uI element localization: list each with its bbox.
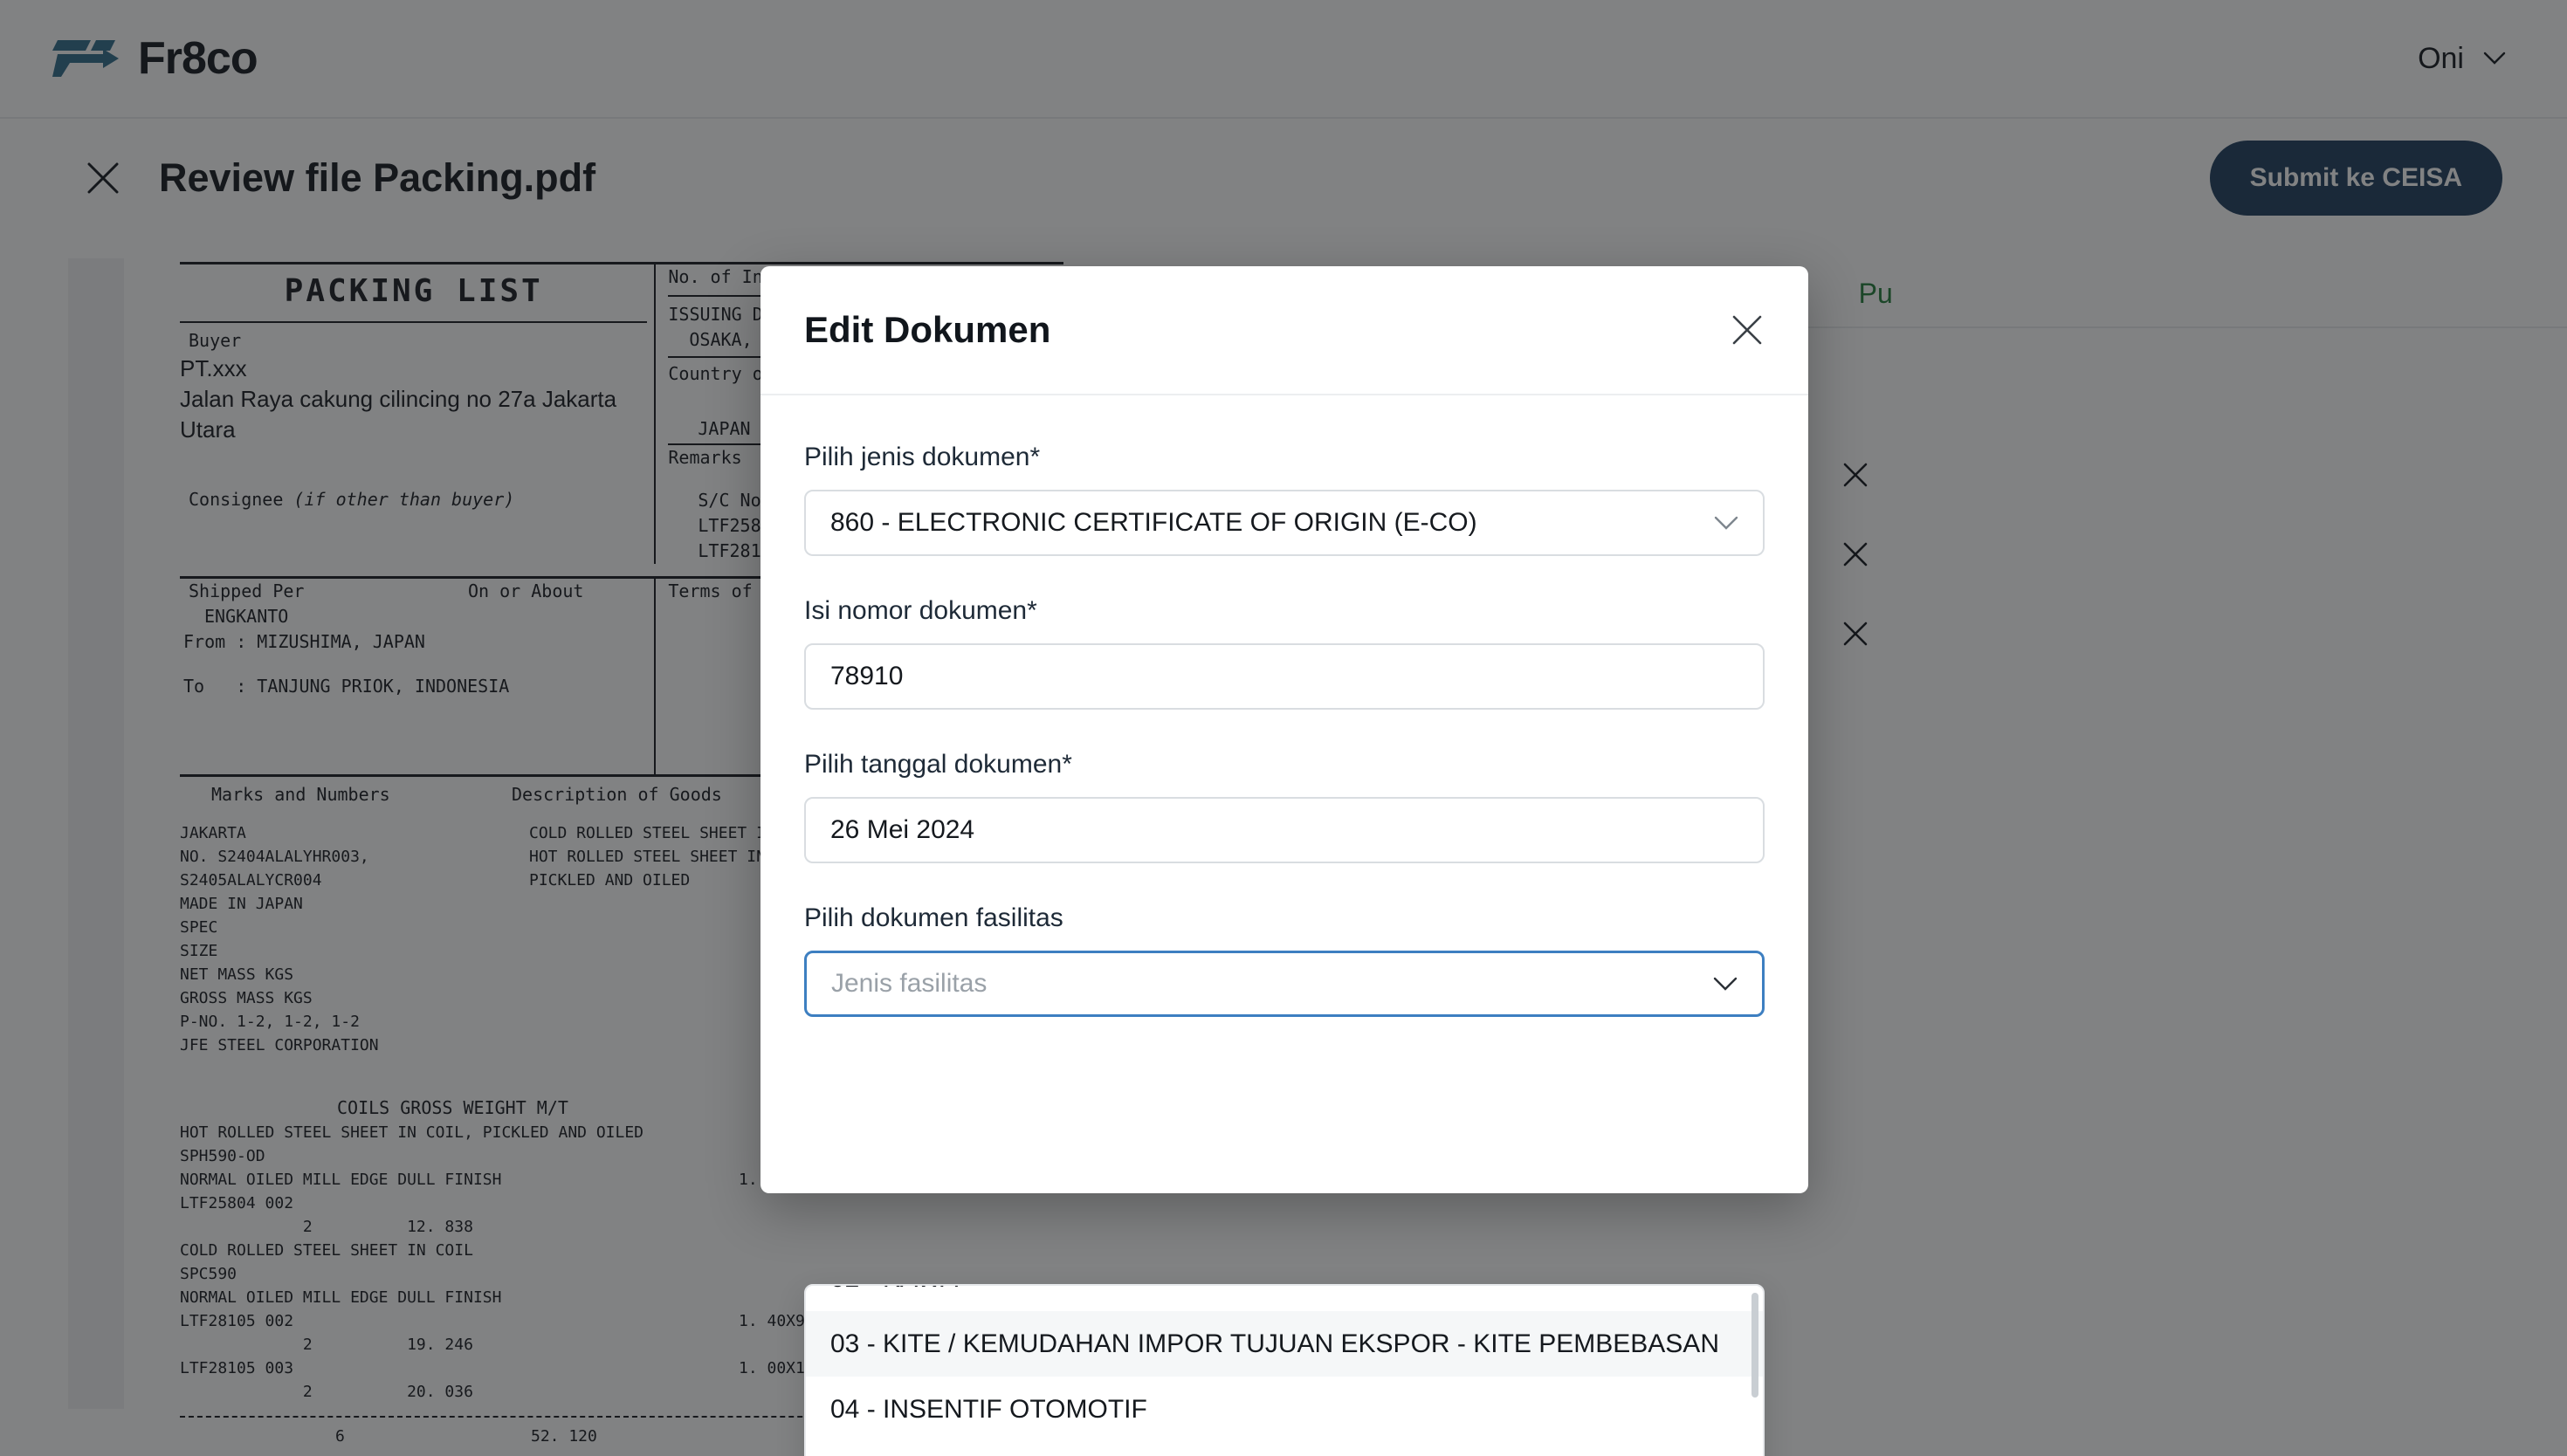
modal-title: Edit Dokumen bbox=[804, 309, 1051, 350]
jenis-dokumen-label: Pilih jenis dokumen* bbox=[804, 443, 1041, 471]
jenis-dokumen-value: 860 - ELECTRONIC CERTIFICATE OF ORIGIN (… bbox=[830, 508, 1477, 537]
nomor-dokumen-value: 78910 bbox=[830, 662, 904, 690]
modal-header: Edit Dokumen bbox=[760, 266, 1808, 395]
chevron-down-icon bbox=[1713, 977, 1738, 991]
tanggal-dokumen-label: Pilih tanggal dokumen* bbox=[804, 750, 1072, 779]
dropdown-scrollbar[interactable] bbox=[1751, 1293, 1758, 1398]
dropdown-scroll-area[interactable]: 02 - KAWA 03 - KITE / KEMUDAHAN IMPOR TU… bbox=[806, 1286, 1763, 1456]
dokumen-fasilitas-placeholder: Jenis fasilitas bbox=[831, 969, 988, 998]
dropdown-option-03[interactable]: 03 - KITE / KEMUDAHAN IMPOR TUJUAN EKSPO… bbox=[806, 1311, 1763, 1377]
dropdown-options: 02 - KAWA 03 - KITE / KEMUDAHAN IMPOR TU… bbox=[806, 1286, 1763, 1456]
close-icon[interactable] bbox=[1730, 312, 1765, 347]
field-nomor-dokumen: Isi nomor dokumen* 78910 bbox=[804, 596, 1765, 710]
dropdown-option-05[interactable]: 05 - PTNI bbox=[806, 1442, 1763, 1456]
field-jenis-dokumen: Pilih jenis dokumen* 860 - ELECTRONIC CE… bbox=[804, 443, 1765, 556]
dropdown-option-04[interactable]: 04 - INSENTIF OTOMOTIF bbox=[806, 1377, 1763, 1442]
tanggal-dokumen-input[interactable]: 26 Mei 2024 bbox=[804, 797, 1765, 863]
dropdown-option-02[interactable]: 02 - KAWA bbox=[806, 1286, 1763, 1311]
nomor-dokumen-label: Isi nomor dokumen* bbox=[804, 596, 1037, 625]
dokumen-fasilitas-select[interactable]: Jenis fasilitas bbox=[804, 951, 1765, 1017]
app-root: Fr8co Oni Review file Packing.pdf Submit… bbox=[0, 0, 2567, 1456]
chevron-down-icon bbox=[1714, 516, 1738, 530]
edit-dokumen-modal: Edit Dokumen Pilih jenis dokumen* 860 - … bbox=[760, 266, 1808, 1456]
nomor-dokumen-input[interactable]: 78910 bbox=[804, 643, 1765, 710]
field-tanggal-dokumen: Pilih tanggal dokumen* 26 Mei 2024 bbox=[804, 750, 1765, 863]
jenis-dokumen-select[interactable]: 860 - ELECTRONIC CERTIFICATE OF ORIGIN (… bbox=[804, 490, 1765, 556]
modal-body: Pilih jenis dokumen* 860 - ELECTRONIC CE… bbox=[760, 395, 1808, 1017]
dokumen-fasilitas-label: Pilih dokumen fasilitas bbox=[804, 903, 1063, 932]
field-dokumen-fasilitas: Pilih dokumen fasilitas Jenis fasilitas bbox=[804, 903, 1765, 1017]
fasilitas-dropdown-list[interactable]: 02 - KAWA 03 - KITE / KEMUDAHAN IMPOR TU… bbox=[804, 1284, 1765, 1456]
tanggal-dokumen-value: 26 Mei 2024 bbox=[830, 815, 975, 844]
